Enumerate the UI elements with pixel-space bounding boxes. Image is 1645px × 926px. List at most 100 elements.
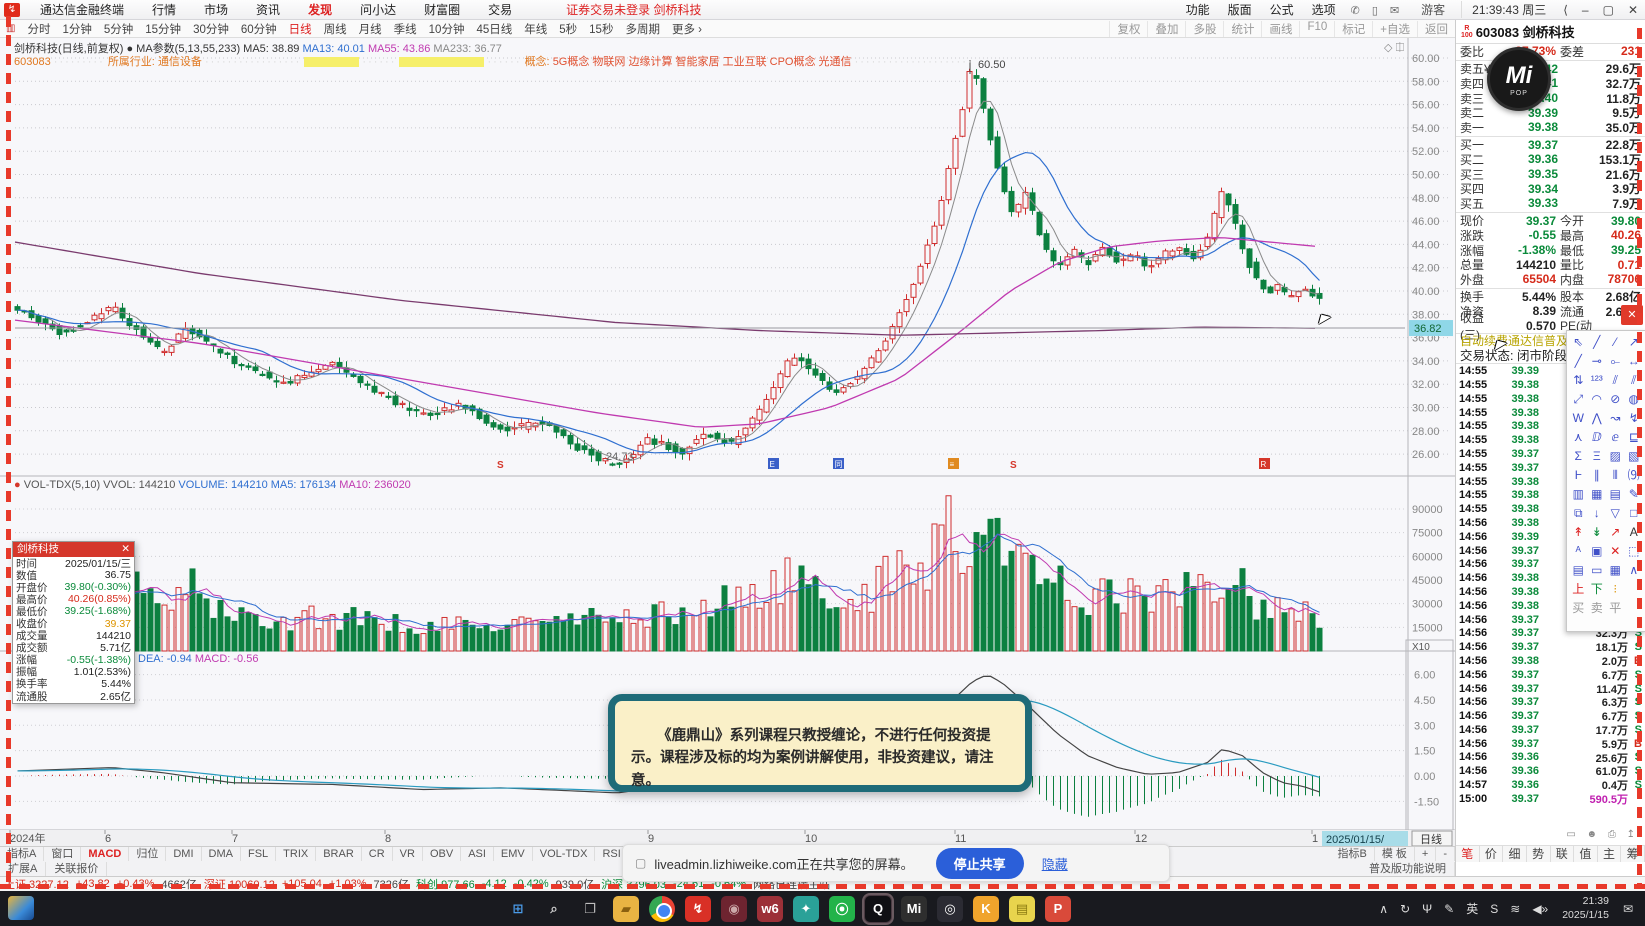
menu-item-行情[interactable]: 行情 <box>138 1 190 18</box>
draw-tool-icon[interactable]: ▭ <box>1588 561 1607 580</box>
start-icon[interactable]: ⊞ <box>505 896 531 922</box>
draw-tool-icon[interactable]: ▽ <box>1606 504 1625 523</box>
bell-icon[interactable]: ✆ <box>1345 5 1366 17</box>
chart-corner-icons[interactable]: ◇ ⎅ <box>1384 41 1404 55</box>
draw-tool-icon[interactable]: ⤢ <box>1569 390 1588 409</box>
draw-tool-icon[interactable]: ↗ <box>1606 523 1625 542</box>
ask-2[interactable]: 卖二 39.39 9.5万 <box>1456 105 1645 121</box>
draw-tool-icon[interactable]: ✕ <box>1606 542 1625 561</box>
period-更多 ›[interactable]: 更多 › <box>666 21 708 37</box>
task-view-icon[interactable]: ❐ <box>577 896 603 922</box>
draw-tool-icon[interactable]: Σ <box>1569 447 1588 466</box>
indicator-tab-VR[interactable]: VR <box>393 847 423 861</box>
menu-item-功能[interactable]: 功能 <box>1177 1 1219 18</box>
draw-tool-icon[interactable]: ⫽ <box>1606 371 1625 390</box>
indicator-tab-OBV[interactable]: OBV <box>423 847 462 861</box>
draw-tool-icon[interactable]: ¹²³ <box>1588 371 1607 390</box>
tab-关联报价[interactable]: 关联报价 <box>46 861 108 876</box>
tape-tab-势[interactable]: 势 <box>1527 846 1551 862</box>
mail-icon[interactable]: ✉ <box>1384 5 1405 17</box>
menu-item-财富圈[interactable]: 财富圈 <box>410 1 474 18</box>
menu-item-通达信金融终端[interactable]: 通达信金融终端 <box>26 1 138 18</box>
draw-tool-icon[interactable]: ▦ <box>1588 485 1607 504</box>
bid-5[interactable]: 买五 39.33 7.9万 <box>1456 196 1645 211</box>
mic-icon[interactable]: Ψ <box>1416 902 1438 916</box>
tape-tab-笔[interactable]: 笔 <box>1456 846 1480 862</box>
menu-item-版面[interactable]: 版面 <box>1219 1 1261 18</box>
bid-3[interactable]: 买三 39.35 21.6万 <box>1456 167 1645 182</box>
draw-tool-icon[interactable]: 下 <box>1588 580 1607 599</box>
search-icon[interactable]: ⌕ <box>541 896 567 922</box>
period-60分钟[interactable]: 60分钟 <box>235 21 283 37</box>
indicator-tab-BRAR[interactable]: BRAR <box>316 847 362 861</box>
menu-item-市场[interactable]: 市场 <box>190 1 242 18</box>
draw-tool-icon[interactable]: ╱ <box>1588 333 1607 352</box>
draw-tool-icon[interactable]: ↟ <box>1569 523 1588 542</box>
draw-tool-icon[interactable]: ⊸ <box>1588 352 1607 371</box>
draw-tool-icon[interactable]: ⅇ <box>1606 428 1625 447</box>
mi-icon[interactable]: Mi <box>901 895 927 922</box>
industry-value[interactable]: 通信设备 <box>158 56 202 68</box>
draw-tool-icon[interactable]: ⧉ <box>1569 504 1588 523</box>
draw-tool-icon[interactable]: ∥ <box>1588 466 1607 485</box>
indicator-tab-VOL-TDX[interactable]: VOL-TDX <box>533 847 596 861</box>
draw-tool-icon[interactable]: W <box>1569 409 1588 428</box>
draw-tool-icon[interactable]: ⟜ <box>1606 352 1625 371</box>
draw-tool-icon[interactable]: Ξ <box>1588 447 1607 466</box>
camera-icon[interactable]: ◎ <box>937 895 963 922</box>
tape-tab-主[interactable]: 主 <box>1598 846 1622 862</box>
chrome-icon[interactable] <box>649 895 675 922</box>
action-F10[interactable]: F10 <box>1299 20 1334 37</box>
menu-item-问小达[interactable]: 问小达 <box>346 1 410 18</box>
tape-tab-值[interactable]: 值 <box>1574 846 1598 862</box>
draw-tool-icon[interactable]: ↡ <box>1588 523 1607 542</box>
indicator-tab-FSL[interactable]: FSL <box>241 847 277 861</box>
maximize-button[interactable]: ▢ <box>1596 3 1621 17</box>
close-button[interactable]: ✕ <box>1621 3 1645 17</box>
action-叠加[interactable]: 叠加 <box>1147 20 1185 37</box>
period-多周期[interactable]: 多周期 <box>619 21 666 37</box>
period-日线[interactable]: 日线 <box>283 21 318 37</box>
wechat-icon[interactable]: ⦿ <box>829 895 855 922</box>
menu-item-公式[interactable]: 公式 <box>1261 1 1303 18</box>
app-orange-icon[interactable]: K <box>973 895 999 922</box>
notification-icon[interactable]: ✉ <box>1617 902 1639 916</box>
tab-模 板[interactable]: 模 板 <box>1375 847 1415 861</box>
draw-tool-icon[interactable]: ⊘ <box>1606 390 1625 409</box>
period-30分钟[interactable]: 30分钟 <box>187 21 235 37</box>
bid-2[interactable]: 买二 39.36 153.1万 <box>1456 152 1645 167</box>
period-10分钟[interactable]: 10分钟 <box>423 21 471 37</box>
app-darkred-icon[interactable]: ◉ <box>721 895 747 922</box>
draw-tool-icon[interactable]: ▥ <box>1569 485 1588 504</box>
draw-tool-icon[interactable]: ╱ <box>1569 352 1588 371</box>
draw-tool-icon[interactable]: 卖 <box>1588 599 1607 618</box>
wifi-icon[interactable]: ≋ <box>1504 902 1526 916</box>
indicator-tab-TRIX[interactable]: TRIX <box>276 847 317 861</box>
bid-4[interactable]: 买四 39.34 3.9万 <box>1456 181 1645 197</box>
draw-tool-icon[interactable]: ᴬ <box>1569 542 1588 561</box>
indicator-tab-CR[interactable]: CR <box>362 847 393 861</box>
period-月线[interactable]: 月线 <box>353 21 388 37</box>
back-button[interactable]: ⟨ <box>1556 3 1575 17</box>
tab-+[interactable]: + <box>1415 847 1437 861</box>
draw-tool-icon[interactable]: ▤ <box>1569 561 1588 580</box>
draw-tool-icon[interactable]: ⇖ <box>1569 333 1588 352</box>
period-1分钟[interactable]: 1分钟 <box>56 21 97 37</box>
action-多股[interactable]: 多股 <box>1185 20 1223 37</box>
ime-label[interactable]: 英 <box>1460 900 1484 917</box>
draw-tool-icon[interactable]: 买 <box>1569 599 1588 618</box>
period-季线[interactable]: 季线 <box>388 21 423 37</box>
draw-tool-icon[interactable]: ⋏ <box>1569 428 1588 447</box>
widgets-icon[interactable] <box>8 896 34 920</box>
help-link[interactable]: 普及版功能说明 <box>1361 861 1455 876</box>
phone-icon[interactable]: ▯ <box>1366 5 1384 17</box>
period-分时[interactable]: 分时 <box>21 21 56 37</box>
draw-tool-icon[interactable]: ⇅ <box>1569 371 1588 390</box>
draw-tool-icon[interactable]: ⋀ <box>1588 409 1607 428</box>
app-teal-icon[interactable]: ✦ <box>793 895 819 922</box>
explorer-icon[interactable]: ▰ <box>613 895 639 922</box>
period-5分钟[interactable]: 5分钟 <box>98 21 139 37</box>
indicator-tab-EMV[interactable]: EMV <box>494 847 533 861</box>
wt6-icon[interactable]: w6 <box>757 895 783 922</box>
hide-link[interactable]: 隐藏 <box>1042 854 1068 873</box>
